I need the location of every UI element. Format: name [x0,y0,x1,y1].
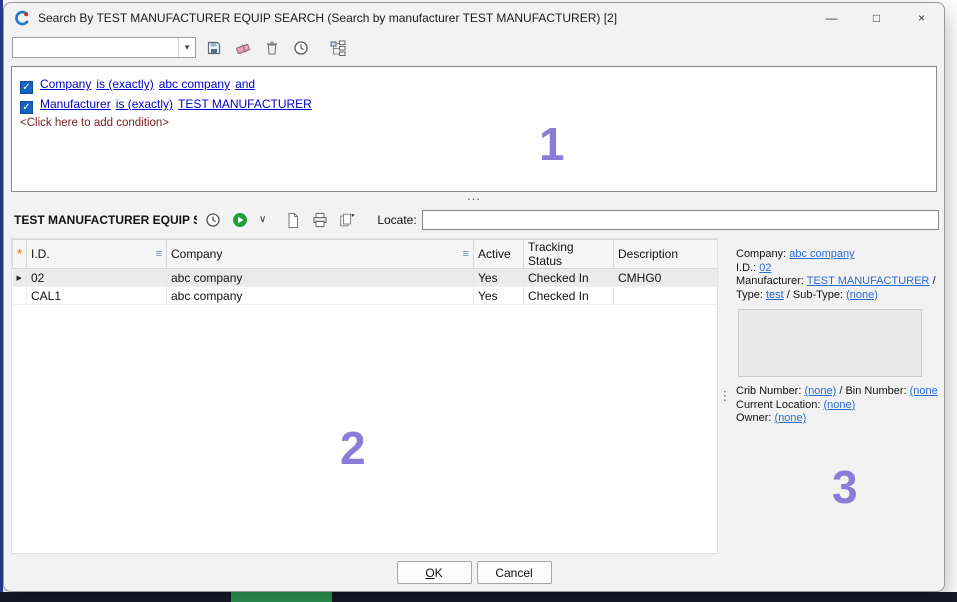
table-row[interactable]: CAL1 abc company Yes Checked In [13,287,719,305]
id-label: I.D.: [736,262,756,274]
vertical-splitter[interactable]: ⋮ [718,238,732,554]
combo-dropdown-icon[interactable]: ▾ [178,38,195,57]
results-area: * I.D.≡ Company≡ Active Tracking Status … [11,238,938,554]
clear-icon[interactable] [232,37,254,59]
locate-input[interactable] [422,210,939,230]
crib-number-link[interactable]: (none) [804,385,836,397]
current-location-label: Current Location: [736,399,820,411]
history-icon[interactable] [202,209,224,231]
taskbar-app-segment[interactable] [231,592,332,602]
current-location-link[interactable]: (none) [823,399,855,411]
search-dialog-window: Search By TEST MANUFACTURER EQUIP SEARCH… [3,2,945,592]
bin-number-link[interactable]: (none) [910,385,938,397]
minimize-button[interactable]: — [809,3,854,32]
print-icon[interactable] [309,209,331,231]
taskbar[interactable] [0,592,957,602]
condition-field-link[interactable]: Manufacturer [40,97,111,111]
type-label: Type: [736,289,763,301]
sort-icon[interactable]: ≡ [463,248,469,260]
column-header-id[interactable]: I.D.≡ [27,240,167,269]
condition-value-link[interactable]: abc company [159,77,230,91]
type-link[interactable]: test [766,289,784,301]
condition-row: ✓ Manufacturer is (exactly) TEST MANUFACTUR… [20,94,928,114]
condition-checkbox[interactable]: ✓ [20,81,33,94]
cell-description[interactable]: CMHG0 [614,269,719,287]
manufacturer-suffix: / Mo [932,275,938,287]
paste-icon[interactable] [282,209,304,231]
delete-icon[interactable] [261,37,283,59]
conditions-panel: ✓ Company is (exactly) abc company and ✓ Manu… [11,66,937,192]
cell-active[interactable]: Yes [474,287,524,305]
save-icon[interactable] [203,37,225,59]
header-row: * I.D.≡ Company≡ Active Tracking Status … [13,240,719,269]
subtype-link[interactable]: (none) [846,289,878,301]
table-row[interactable]: ▶ 02 abc company Yes Checked In CMHG0 [13,269,719,287]
column-header-description[interactable]: Description [614,240,719,269]
row-marker-icon: ▶ [13,269,27,287]
crib-number-label: Crib Number: [736,385,801,397]
locate-label: Locate: [377,213,416,227]
cell-company[interactable]: abc company [167,287,474,305]
query-toolbar: ▾ [4,32,944,63]
row-marker-cell [13,287,27,305]
asterisk-icon: * [17,246,22,261]
equipment-image-placeholder [738,309,922,377]
horizontal-splitter[interactable]: ... [4,192,944,205]
run-icon[interactable] [229,209,251,231]
ok-button[interactable]: OK [397,561,472,584]
condition-checkbox[interactable]: ✓ [20,101,33,114]
dialog-footer: OK Cancel [4,554,944,591]
cell-id[interactable]: CAL1 [27,287,167,305]
condition-operator-link[interactable]: is (exactly) [116,97,173,111]
history-icon[interactable] [290,37,312,59]
condition-conjunction-link[interactable]: and [235,77,255,91]
sort-icon[interactable]: ≡ [156,248,162,260]
panel-watermark-3: 3 [832,460,858,514]
condition-value-link[interactable]: TEST MANUFACTURER [178,97,312,111]
cell-tracking-status[interactable]: Checked In [524,287,614,305]
cell-company[interactable]: abc company [167,269,474,287]
results-toolbar: TEST MANUFACTURER EQUIP SE ∨ Locate: [4,205,944,234]
run-options-icon[interactable]: ∨ [256,214,269,225]
saved-search-combo[interactable]: ▾ [12,37,196,58]
window-title: Search By TEST MANUFACTURER EQUIP SEARCH… [38,11,617,25]
condition-field-link[interactable]: Company [40,77,91,91]
manufacturer-link[interactable]: TEST MANUFACTURER [807,275,930,287]
results-grid: * I.D.≡ Company≡ Active Tracking Status … [11,238,718,554]
copy-icon[interactable] [336,209,358,231]
close-button[interactable]: × [899,3,944,32]
results-title: TEST MANUFACTURER EQUIP SE [14,213,197,227]
condition-operator-link[interactable]: is (exactly) [96,77,153,91]
owner-link[interactable]: (none) [775,412,807,424]
row-indicator-header: * [13,240,27,269]
column-header-active[interactable]: Active [474,240,524,269]
cell-tracking-status[interactable]: Checked In [524,269,614,287]
details-panel: Company: abc company I.D.: 02 Manufactur… [732,238,938,554]
column-header-company[interactable]: Company≡ [167,240,474,269]
cancel-button[interactable]: Cancel [477,561,552,584]
app-logo-icon [14,10,30,26]
maximize-button[interactable]: □ [854,3,899,32]
window-controls: — □ × [809,3,944,32]
title-bar[interactable]: Search By TEST MANUFACTURER EQUIP SEARCH… [4,3,944,32]
company-link[interactable]: abc company [789,248,854,260]
design-icon[interactable] [327,37,349,59]
condition-row: ✓ Company is (exactly) abc company and [20,74,928,94]
panel-watermark-2: 2 [340,421,366,475]
owner-label: Owner: [736,412,771,424]
id-link[interactable]: 02 [759,262,771,274]
screen: Search By TEST MANUFACTURER EQUIP SEARCH… [0,0,957,602]
subtype-label: / Sub-Type: [787,289,843,301]
cell-active[interactable]: Yes [474,269,524,287]
column-header-tracking-status[interactable]: Tracking Status [524,240,614,269]
manufacturer-label: Manufacturer: [736,275,804,287]
add-condition-link[interactable]: <Click here to add condition> [20,117,928,129]
results-table: * I.D.≡ Company≡ Active Tracking Status … [12,239,718,305]
cell-description[interactable] [614,287,719,305]
company-label: Company: [736,248,786,260]
bin-number-label: / Bin Number: [839,385,906,397]
cell-id[interactable]: 02 [27,269,167,287]
